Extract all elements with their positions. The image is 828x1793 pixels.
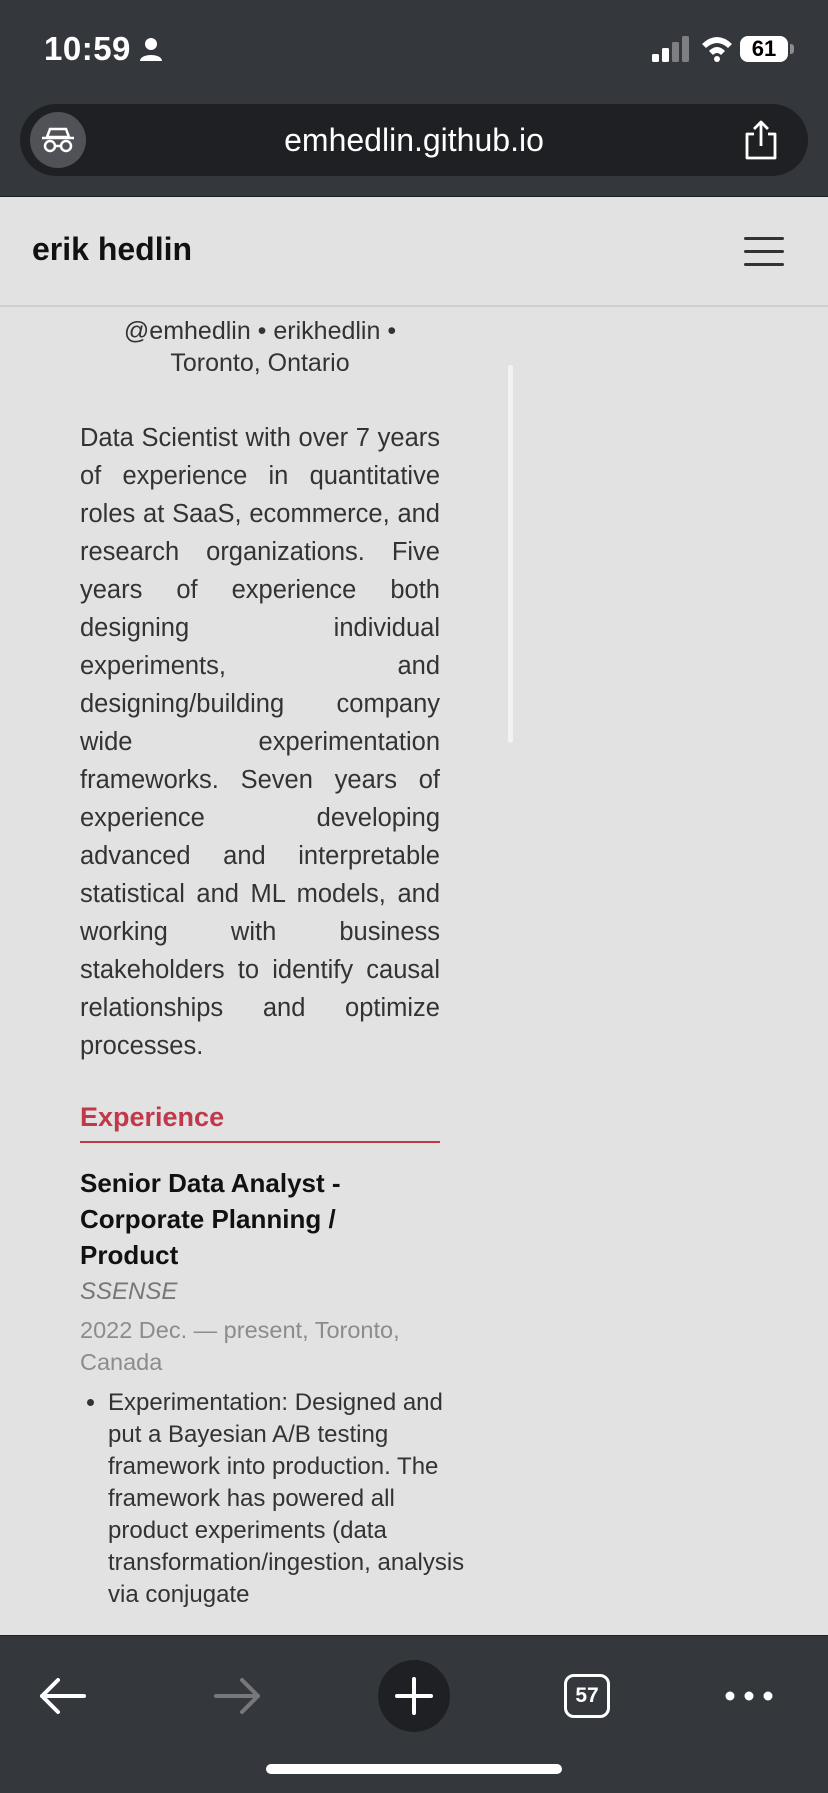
status-bar: 10:59 61	[0, 0, 828, 96]
incognito-button[interactable]	[30, 112, 86, 168]
incognito-icon	[42, 127, 74, 153]
site-header: erik hedlin	[0, 197, 828, 307]
scrollbar[interactable]	[508, 365, 513, 743]
new-tab-button[interactable]	[378, 1660, 450, 1732]
status-time: 10:59	[44, 30, 131, 67]
person-icon	[140, 38, 162, 61]
hamburger-menu-icon[interactable]	[744, 237, 784, 267]
address-bar[interactable]: emhedlin.github.io	[20, 104, 808, 176]
job-title: Senior Data Analyst - Corporate Planning…	[80, 1168, 341, 1270]
url-text[interactable]: emhedlin.github.io	[110, 104, 718, 176]
browser-address-area: emhedlin.github.io	[0, 96, 828, 197]
share-icon[interactable]	[742, 120, 780, 160]
forward-arrow-icon[interactable]	[212, 1674, 262, 1718]
bio-paragraph: Data Scientist with over 7 years of expe…	[80, 424, 440, 1060]
job-bullets: Experimentation: Designed and put a Baye…	[80, 1387, 468, 1611]
battery-cap	[790, 44, 794, 54]
back-arrow-icon[interactable]	[38, 1674, 88, 1718]
tabs-icon[interactable]: 57	[564, 1674, 610, 1718]
web-page: erik hedlin @emhedlin • erikhedlin • Tor…	[0, 197, 828, 1635]
wifi-icon	[702, 37, 732, 62]
battery-indicator: 61	[740, 36, 788, 62]
home-indicator[interactable]	[266, 1764, 562, 1774]
contact-line-1[interactable]: @emhedlin • erikhedlin •	[80, 315, 440, 347]
contact-line-2: Toronto, Ontario	[170, 349, 350, 377]
experience-heading: Experience	[80, 1102, 440, 1143]
more-icon[interactable]	[724, 1686, 774, 1706]
job-dates: 2022 Dec. — present, Toronto, Canada	[80, 1317, 400, 1375]
site-title[interactable]: erik hedlin	[32, 231, 192, 268]
plus-icon	[395, 1677, 433, 1715]
contact-info: @emhedlin • erikhedlin • Toronto, Ontari…	[80, 315, 440, 379]
list-item: Experimentation: Designed and put a Baye…	[108, 1387, 468, 1611]
job-company: SSENSE	[80, 1278, 178, 1305]
signal-icon	[652, 36, 689, 62]
